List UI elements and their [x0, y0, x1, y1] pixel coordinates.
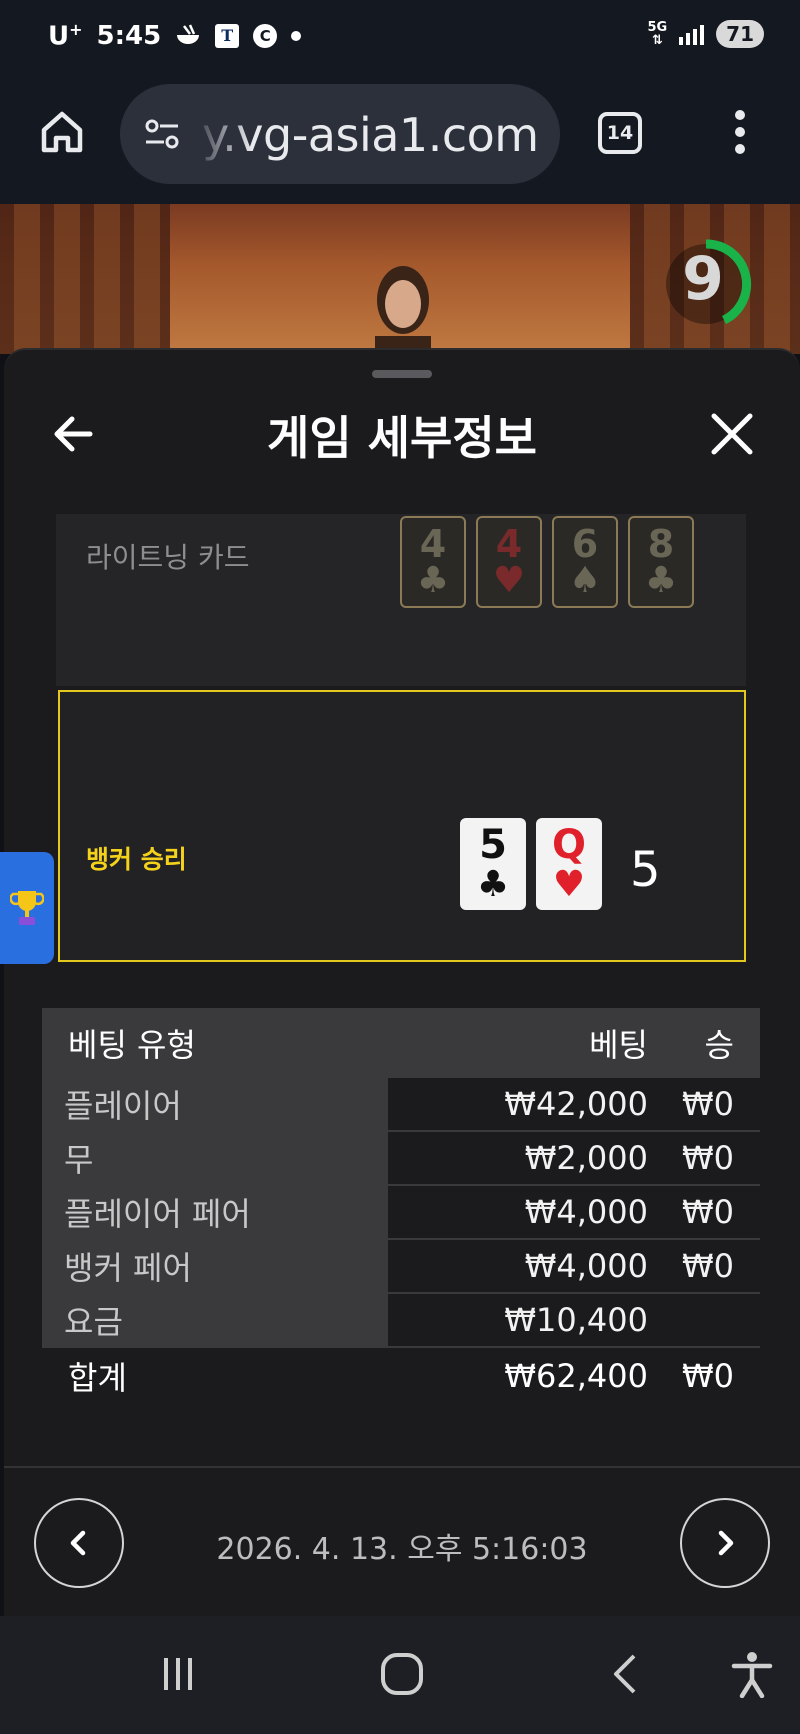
system-navigation-bar [0, 1616, 800, 1734]
t-app-icon: T [215, 23, 240, 48]
win-amount-cell: ₩0 [682, 1085, 734, 1123]
c-app-icon: C [253, 23, 278, 48]
table-row: 플레이어 페어 ₩4,000 ₩0 [42, 1186, 760, 1240]
bet-type-cell: 요금 [42, 1294, 388, 1346]
win-amount-cell: ₩0 [682, 1139, 734, 1177]
lightning-card: 8 ♣ [628, 516, 694, 608]
address-bar[interactable]: y.vg-asia1.com [120, 84, 560, 184]
header-bet: 베팅 [589, 1026, 648, 1064]
next-round-button[interactable] [680, 1498, 770, 1588]
table-header: 베팅 유형 베팅 승 [42, 1008, 760, 1078]
result-label: 뱅커 승리 [86, 845, 187, 874]
total-bet: ₩62,400 [504, 1357, 648, 1395]
game-details-sheet: 게임 세부정보 라이트닝 카드 4 ♣ 4 ♥ 6 ♠ 8 ♣ 뱅커 승리 5 ♣ Q ♥ … [4, 348, 800, 1616]
bet-amount-cell: ₩10,400 [504, 1301, 648, 1339]
recent-apps-icon [164, 1658, 192, 1690]
lightning-cards-label: 라이트닝 카드 [86, 541, 250, 574]
recent-apps-button[interactable] [148, 1644, 208, 1704]
back-button[interactable] [46, 406, 102, 462]
arrow-left-icon [54, 416, 93, 452]
system-back-button[interactable] [596, 1644, 656, 1704]
status-time: 5:45 [96, 20, 162, 51]
divider [4, 1466, 800, 1468]
bet-amount-cell: ₩2,000 [524, 1139, 648, 1177]
close-icon [711, 413, 753, 455]
header-bet-type: 베팅 유형 [68, 1026, 196, 1064]
lightning-card: 4 ♥ [476, 516, 542, 608]
table-total-row: 합계 ₩62,400 ₩0 [42, 1348, 760, 1404]
browser-toolbar: y.vg-asia1.com 14 [0, 76, 800, 204]
bet-amount-cell: ₩42,000 [504, 1085, 648, 1123]
lightning-card: 6 ♠ [552, 516, 618, 608]
bet-type-cell: 플레이어 [42, 1078, 388, 1130]
home-circle-icon [381, 1653, 423, 1695]
bowl-icon [175, 24, 201, 48]
network-5g-icon: 5G ⇅ [647, 20, 668, 48]
table-row: 뱅커 페어 ₩4,000 ₩0 [42, 1240, 760, 1294]
bet-amount-cell: ₩4,000 [524, 1193, 648, 1231]
accessibility-icon [731, 1652, 773, 1698]
bet-type-cell: 무 [42, 1132, 388, 1184]
table-row: 무 ₩2,000 ₩0 [42, 1132, 760, 1186]
table-row: 요금 ₩10,400 [42, 1294, 760, 1348]
header-win: 승 [704, 1026, 734, 1064]
lightning-card: 4 ♣ [400, 516, 466, 608]
chevron-right-icon [718, 1530, 734, 1556]
system-home-button[interactable] [372, 1644, 432, 1704]
site-settings-icon[interactable] [142, 114, 182, 154]
total-label: 합계 [68, 1359, 127, 1397]
live-video-stream: 9 [0, 204, 800, 354]
win-amount-cell: ₩0 [682, 1247, 734, 1285]
leaderboard-tab[interactable] [0, 852, 54, 964]
trophy-icon [10, 891, 44, 925]
home-button[interactable] [36, 106, 88, 158]
close-button[interactable] [704, 406, 760, 462]
bet-table: 베팅 유형 베팅 승 플레이어 ₩42,000 ₩0 무 ₩2,000 ₩0 플… [42, 1008, 760, 1404]
tab-switcher-button[interactable]: 14 [598, 112, 642, 154]
sheet-drag-handle[interactable] [372, 370, 432, 378]
banker-card: Q ♥ [536, 818, 602, 910]
accessibility-button[interactable] [722, 1644, 782, 1704]
table-row: 플레이어 ₩42,000 ₩0 [42, 1078, 760, 1132]
banker-card: 5 ♣ [460, 818, 526, 910]
bet-type-cell: 플레이어 페어 [42, 1186, 388, 1238]
signal-icon [679, 23, 705, 45]
more-notifications-icon [291, 30, 302, 41]
sheet-title: 게임 세부정보 [267, 411, 537, 465]
round-result-panel: 뱅커 승리 5 ♣ Q ♥ 5 [58, 690, 746, 962]
countdown-timer-value: 9 [682, 244, 724, 314]
dealer-image [375, 266, 431, 354]
battery-indicator: 71 [716, 20, 764, 48]
browser-menu-button[interactable] [728, 110, 752, 158]
url-text: y.vg-asia1.com [202, 108, 539, 162]
bet-type-cell: 뱅커 페어 [42, 1240, 388, 1292]
home-icon [41, 111, 83, 153]
banker-score: 5 [630, 842, 661, 898]
win-amount-cell: ₩0 [682, 1193, 734, 1231]
status-bar: U+ 5:45 T C 5G ⇅ 71 [0, 0, 800, 76]
back-chevron-icon [614, 1654, 636, 1694]
lightning-cards-panel: 라이트닝 카드 4 ♣ 4 ♥ 6 ♠ 8 ♣ [56, 514, 746, 686]
carrier-label: U+ [48, 20, 83, 52]
bet-amount-cell: ₩4,000 [524, 1247, 648, 1285]
total-win: ₩0 [682, 1357, 734, 1395]
